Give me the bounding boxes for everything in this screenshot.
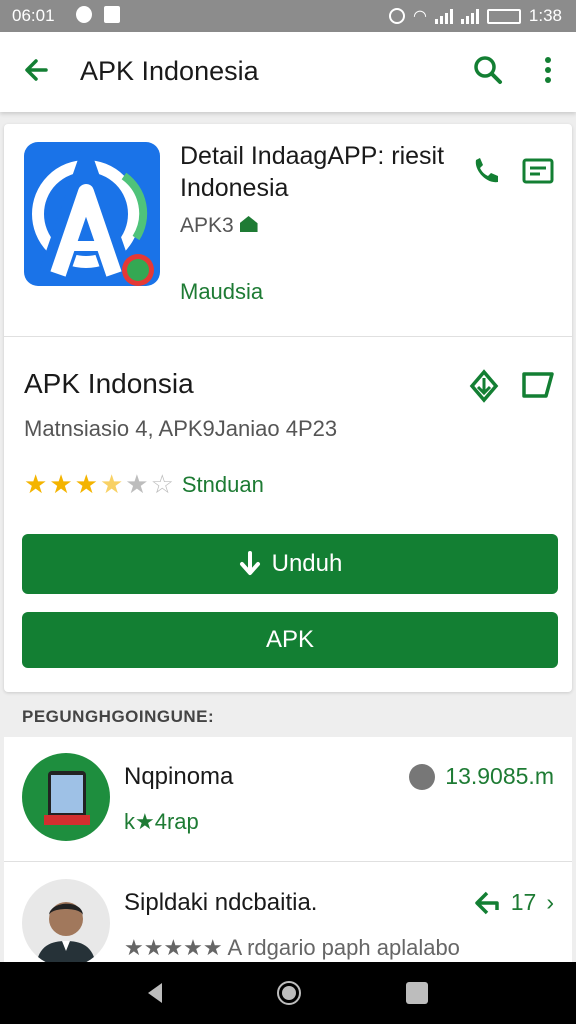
list-item-title: Sipldaki ndcbaitia. xyxy=(124,889,318,916)
section-subtitle: Matnsiasio 4, APK9Janiao 4P23 xyxy=(24,416,338,441)
star-icon: ★ xyxy=(74,469,98,499)
star-outline-icon: ☆ xyxy=(150,469,174,499)
star-icon: ★ xyxy=(49,469,73,499)
signal-icon xyxy=(434,8,453,24)
download-badge-icon[interactable] xyxy=(466,368,502,404)
battery-level: 1:38 xyxy=(528,6,562,25)
rating-stars: ★ ★ ★ ★ ★ ☆ Stnduan xyxy=(24,469,264,500)
list-item-meta: 17 › xyxy=(473,889,554,916)
nav-recent-icon[interactable] xyxy=(406,982,428,1004)
star-empty-icon: ★ xyxy=(125,469,149,499)
app-category[interactable]: Maudsia xyxy=(180,279,263,305)
chevron-right-icon[interactable]: › xyxy=(546,889,554,916)
alarm-icon xyxy=(388,8,405,24)
app-developer: APK3 xyxy=(180,214,258,238)
divider xyxy=(4,861,572,862)
person-photo xyxy=(22,879,110,967)
wifi-icon: ◠ xyxy=(412,8,427,25)
clock-icon xyxy=(409,763,436,790)
app-notification-icon xyxy=(104,6,120,23)
phone-image xyxy=(22,753,110,841)
list-item-subtitle: k★4rap xyxy=(124,809,199,834)
divider xyxy=(4,336,572,337)
house-icon xyxy=(239,216,258,232)
avatar xyxy=(22,879,110,967)
chat-icon[interactable] xyxy=(520,368,556,404)
app-detail-card: Detail IndaagAPP: riesit Indonesia APK3 … xyxy=(4,124,572,692)
nav-back-icon[interactable] xyxy=(142,980,168,1006)
list-item-meta: 13.9085.m xyxy=(409,763,554,790)
share-icon[interactable] xyxy=(473,890,501,916)
avatar xyxy=(22,753,110,841)
download-button-label: Unduh xyxy=(271,550,343,577)
app-list: Nqpinoma k★4rap 13.9085.m Sipldaki ndcba… xyxy=(4,737,572,967)
signal-icon-2 xyxy=(460,8,479,24)
status-bar: 06:01 ◠ 1:38 xyxy=(0,0,576,32)
status-time: 06:01 xyxy=(12,6,55,25)
section-title: APK Indonsia xyxy=(24,368,194,399)
back-arrow-icon[interactable] xyxy=(20,54,52,86)
navigation-bar xyxy=(0,962,576,1024)
page-title: APK Indonesia xyxy=(80,56,259,86)
star-icon: ★ xyxy=(24,469,48,499)
download-button[interactable]: Unduh xyxy=(22,534,558,594)
more-options-icon[interactable] xyxy=(538,54,558,86)
message-icon[interactable] xyxy=(520,154,556,190)
app-name: Detail IndaagAPP: riesit Indonesia xyxy=(180,142,445,202)
status-right: ◠ 1:38 xyxy=(388,6,562,26)
apk-button-label: APK xyxy=(265,626,315,653)
notification-icon xyxy=(76,6,92,23)
list-item[interactable]: Nqpinoma k★4rap 13.9085.m xyxy=(4,737,572,861)
phone-icon[interactable] xyxy=(468,154,504,190)
app-icon xyxy=(24,142,160,286)
app-bar: APK Indonesia xyxy=(0,32,576,112)
download-arrow-icon xyxy=(239,551,260,575)
nav-home-icon[interactable] xyxy=(276,980,302,1006)
list-item-title: Nqpinoma xyxy=(124,763,234,790)
star-half-icon: ★ xyxy=(99,469,124,499)
search-icon[interactable] xyxy=(472,54,504,86)
list-item-subtitle: ★★★★★ A rdgario paph aplalabo xyxy=(124,935,460,960)
apk-button[interactable]: APK xyxy=(22,612,558,668)
rating-label: Stnduan xyxy=(181,471,264,497)
list-header: PEGUNGHGOINGUNE: xyxy=(22,707,215,726)
battery-icon xyxy=(486,8,521,24)
app-logo-icon xyxy=(32,142,154,286)
